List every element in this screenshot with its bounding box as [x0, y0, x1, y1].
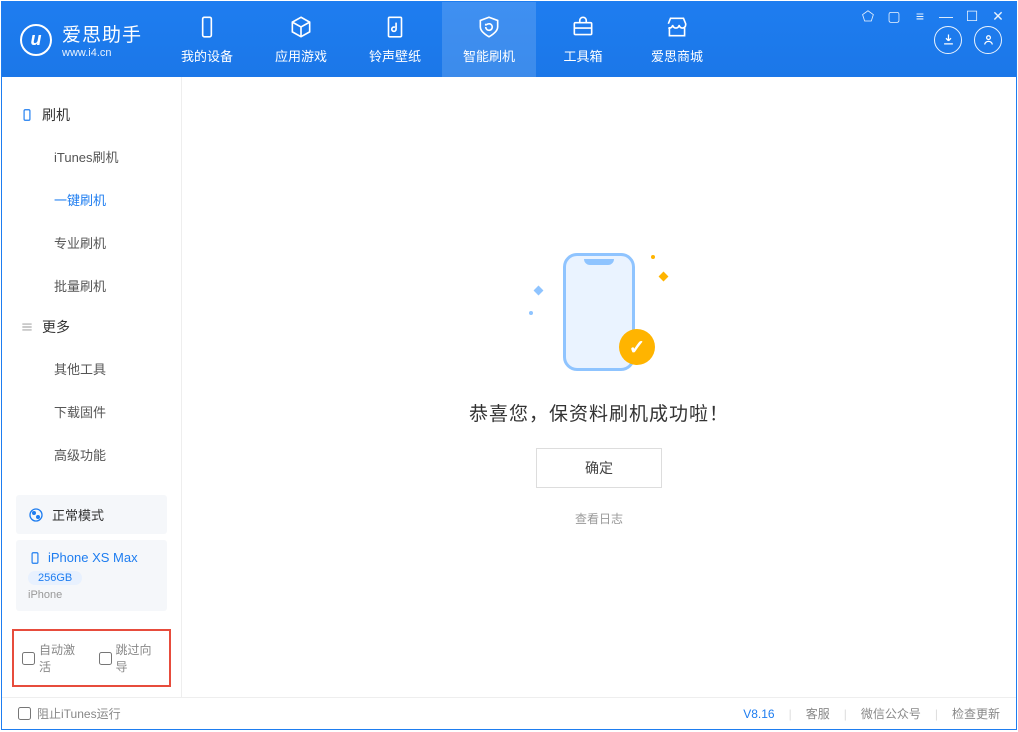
footer: 阻止iTunes运行 V8.16 | 客服 | 微信公众号 | 检查更新	[2, 697, 1016, 729]
tab-toolbox[interactable]: 工具箱	[536, 2, 630, 77]
window-controls: ⬠ ▢ ≡ — ☐ ✕	[860, 8, 1006, 25]
support-link[interactable]: 客服	[806, 705, 830, 722]
brand: u 爱思助手 www.i4.cn	[2, 2, 160, 77]
maximize-button[interactable]: ☐	[964, 8, 980, 25]
cube-icon	[288, 14, 314, 40]
music-file-icon	[382, 14, 408, 40]
checkbox-label: 阻止iTunes运行	[37, 705, 121, 722]
check-badge-icon: ✓	[619, 329, 655, 365]
auto-activate-checkbox[interactable]: 自动激活	[22, 641, 85, 675]
tab-label: 爱思商城	[651, 46, 703, 65]
sidebar-item-advanced[interactable]: 高级功能	[2, 433, 181, 476]
ok-button[interactable]: 确定	[536, 448, 662, 488]
sidebar-item-itunes-flash[interactable]: iTunes刷机	[2, 135, 181, 178]
lock-icon[interactable]: ▢	[886, 8, 902, 25]
tab-label: 智能刷机	[463, 46, 515, 65]
main-content: ✓ 恭喜您，保资料刷机成功啦！ 确定 查看日志	[182, 77, 1016, 697]
view-log-link[interactable]: 查看日志	[575, 510, 623, 527]
checkbox-label: 跳过向导	[116, 641, 162, 675]
sidebar-item-other-tools[interactable]: 其他工具	[2, 347, 181, 390]
sidebar-item-pro-flash[interactable]: 专业刷机	[2, 221, 181, 264]
download-icon	[941, 32, 956, 47]
tab-store[interactable]: 爱思商城	[630, 2, 724, 77]
mode-label: 正常模式	[52, 505, 104, 524]
section-title-label: 刷机	[42, 105, 70, 125]
device-type: iPhone	[28, 589, 155, 601]
sidebar-item-download-firmware[interactable]: 下载固件	[2, 390, 181, 433]
header: ⬠ ▢ ≡ — ☐ ✕ u 爱思助手 www.i4.cn 我的设备 应用游戏	[2, 2, 1016, 77]
body: 刷机 iTunes刷机 一键刷机 专业刷机 批量刷机 更多 其他工具 下载固件 …	[2, 77, 1016, 697]
refresh-shield-icon	[476, 14, 502, 40]
device-icon	[28, 551, 42, 565]
tab-my-device[interactable]: 我的设备	[160, 2, 254, 77]
device-icon	[194, 14, 220, 40]
device-card[interactable]: iPhone XS Max 256GB iPhone	[16, 540, 167, 611]
logo-icon: u	[20, 24, 52, 56]
toolbox-icon	[570, 14, 596, 40]
skip-guide-checkbox[interactable]: 跳过向导	[99, 641, 162, 675]
download-button[interactable]	[934, 26, 962, 54]
tab-label: 应用游戏	[275, 46, 327, 65]
tab-apps-games[interactable]: 应用游戏	[254, 2, 348, 77]
checkbox-label: 自动激活	[39, 641, 85, 675]
sidebar-section-more: 更多	[2, 307, 181, 347]
tab-ringtones[interactable]: 铃声壁纸	[348, 2, 442, 77]
account-button[interactable]	[974, 26, 1002, 54]
tab-smart-flash[interactable]: 智能刷机	[442, 2, 536, 77]
wechat-link[interactable]: 微信公众号	[861, 705, 921, 722]
sidebar-item-batch-flash[interactable]: 批量刷机	[2, 264, 181, 307]
list-icon	[20, 320, 34, 334]
success-message: 恭喜您，保资料刷机成功啦！	[469, 399, 729, 426]
section-title-label: 更多	[42, 317, 70, 337]
menu-icon[interactable]: ≡	[912, 8, 928, 25]
brand-name-en: www.i4.cn	[62, 47, 142, 59]
sidebar-item-one-click-flash[interactable]: 一键刷机	[2, 178, 181, 221]
minimize-button[interactable]: —	[938, 8, 954, 25]
device-mode-status[interactable]: 正常模式	[16, 495, 167, 534]
tab-label: 铃声壁纸	[369, 46, 421, 65]
block-itunes-checkbox[interactable]: 阻止iTunes运行	[18, 705, 121, 722]
device-storage: 256GB	[28, 571, 82, 585]
version-label: V8.16	[743, 707, 774, 721]
shirt-icon[interactable]: ⬠	[860, 8, 876, 25]
device-name: iPhone XS Max	[48, 550, 138, 565]
store-icon	[664, 14, 690, 40]
mode-icon	[28, 507, 44, 523]
check-update-link[interactable]: 检查更新	[952, 705, 1000, 722]
tab-label: 我的设备	[181, 46, 233, 65]
brand-name-cn: 爱思助手	[62, 20, 142, 47]
phone-icon	[20, 108, 34, 122]
success-illustration: ✓	[529, 247, 669, 377]
sidebar: 刷机 iTunes刷机 一键刷机 专业刷机 批量刷机 更多 其他工具 下载固件 …	[2, 77, 182, 697]
sidebar-section-flash: 刷机	[2, 95, 181, 135]
tab-label: 工具箱	[564, 46, 603, 65]
app-window: ⬠ ▢ ≡ — ☐ ✕ u 爱思助手 www.i4.cn 我的设备 应用游戏	[1, 1, 1017, 730]
top-tabs: 我的设备 应用游戏 铃声壁纸 智能刷机 工具箱 爱思商城	[160, 2, 724, 77]
user-icon	[981, 32, 996, 47]
flash-options-highlighted: 自动激活 跳过向导	[12, 629, 171, 687]
close-button[interactable]: ✕	[990, 8, 1006, 25]
